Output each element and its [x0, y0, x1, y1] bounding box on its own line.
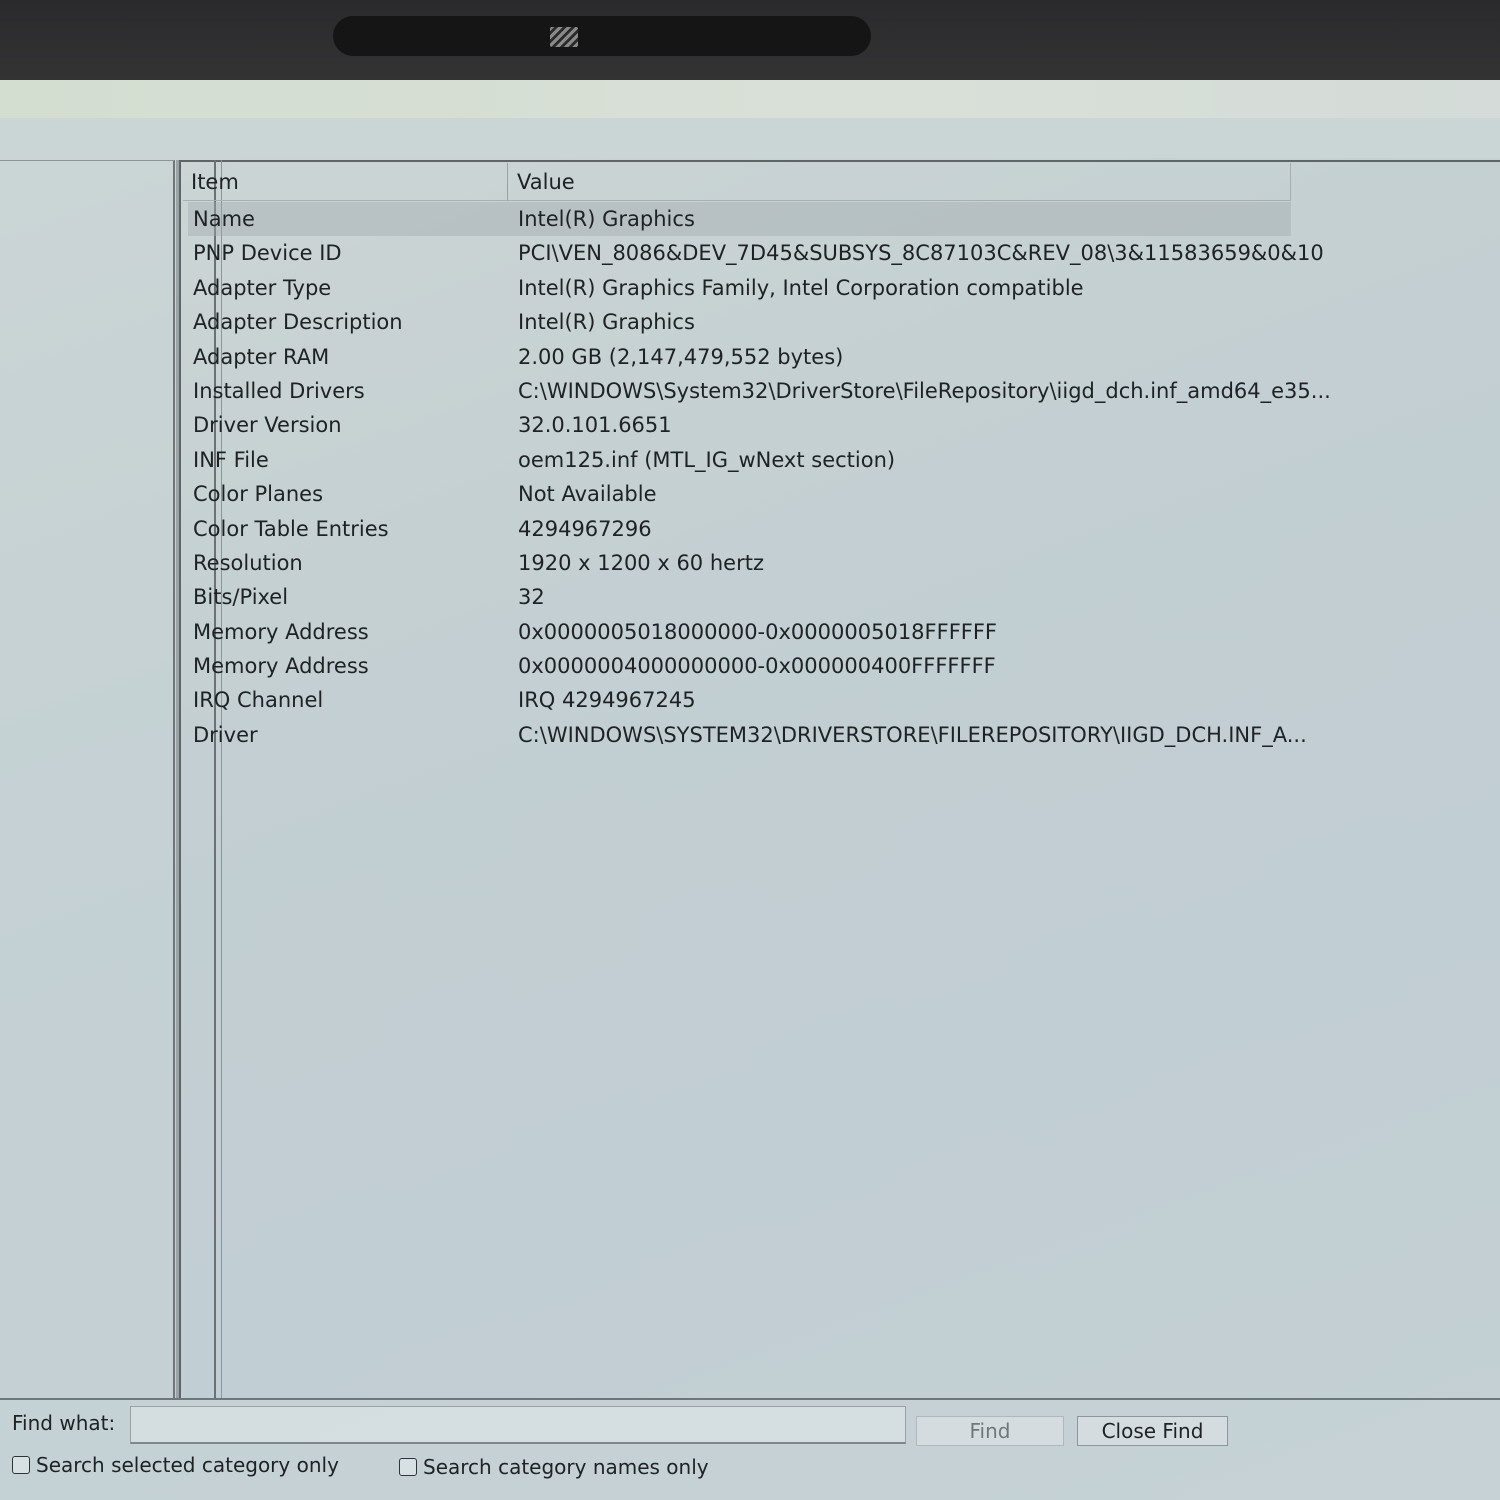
list-row[interactable]: Name Intel(R) Graphics	[188, 202, 1291, 237]
row-value: PCI\VEN_8086&DEV_7D45&SUBSYS_8C87103C&RE…	[518, 241, 1324, 266]
list-row[interactable]: Color Planes Not Available	[188, 477, 1291, 511]
row-value: IRQ 4294967245	[518, 688, 696, 713]
row-item: Driver	[193, 722, 258, 747]
row-value: 32.0.101.6651	[518, 413, 672, 438]
list-header: Item Value	[183, 163, 1291, 201]
row-item: Adapter Description	[193, 310, 403, 335]
find-bar: Find what: Find Close Find Search select…	[0, 1398, 1500, 1500]
list-row[interactable]: Adapter RAM 2.00 GB (2,147,479,552 bytes)	[188, 340, 1291, 374]
list-row[interactable]: Memory Address 0x0000005018000000-0x00000…	[188, 615, 1291, 649]
row-value: Not Available	[518, 482, 657, 507]
column-header-item[interactable]: Item	[183, 163, 508, 201]
row-item: Memory Address	[193, 654, 369, 679]
row-value: oem125.inf (MTL_IG_wNext section)	[518, 447, 896, 472]
row-item: INF File	[193, 447, 269, 472]
list-row[interactable]: Adapter Description Intel(R) Graphics	[188, 305, 1291, 339]
row-item: IRQ Channel	[193, 688, 324, 713]
column-header-value[interactable]: Value	[509, 163, 1289, 201]
list-row[interactable]: Resolution 1920 x 1200 x 60 hertz	[188, 546, 1291, 580]
row-item: Adapter Type	[193, 275, 332, 300]
list-row[interactable]: Color Table Entries 4294967296	[188, 512, 1291, 546]
list-row[interactable]: IRQ Channel IRQ 4294967245	[188, 683, 1291, 717]
row-item: Memory Address	[193, 619, 369, 644]
menu-bar	[0, 118, 1500, 158]
row-item: Color Table Entries	[193, 516, 389, 541]
list-row[interactable]: Installed Drivers C:\WINDOWS\System32\Dri…	[188, 374, 1331, 408]
row-item: Resolution	[193, 550, 303, 575]
list-row[interactable]: Memory Address 0x0000004000000000-0x00000…	[188, 649, 1291, 683]
row-value: 4294967296	[518, 516, 652, 541]
list-row[interactable]: Driver Version 32.0.101.6651	[188, 408, 1291, 442]
search-category-names-checkbox[interactable]: Search category names only	[399, 1452, 709, 1482]
camera-housing	[333, 16, 871, 56]
find-button[interactable]: Find	[916, 1416, 1064, 1446]
row-item: Adapter RAM	[193, 344, 330, 369]
find-what-input[interactable]	[130, 1406, 906, 1444]
checkbox-unchecked-icon[interactable]	[399, 1458, 417, 1476]
row-item: PNP Device ID	[193, 241, 342, 266]
find-what-label: Find what:	[12, 1411, 116, 1435]
row-value: 32	[518, 585, 545, 610]
close-find-button[interactable]: Close Find	[1077, 1416, 1228, 1446]
list-row[interactable]: Driver C:\WINDOWS\SYSTEM32\DRIVERSTORE\FI…	[188, 718, 1307, 752]
row-item: Bits/Pixel	[193, 585, 289, 610]
row-value: 2.00 GB (2,147,479,552 bytes)	[518, 344, 844, 369]
window-title-bar	[0, 80, 1500, 118]
row-item: Name	[193, 207, 255, 231]
row-value: 0x0000005018000000-0x0000005018FFFFFF	[518, 619, 998, 644]
search-selected-category-checkbox[interactable]: Search selected category only	[12, 1450, 339, 1480]
row-value: Intel(R) Graphics Family, Intel Corporat…	[518, 275, 1084, 300]
row-value: Intel(R) Graphics	[518, 310, 695, 335]
row-value: Intel(R) Graphics	[518, 207, 695, 231]
search-category-names-label: Search category names only	[423, 1455, 709, 1479]
row-value: 0x0000004000000000-0x000000400FFFFFFF	[518, 654, 996, 679]
search-selected-category-label: Search selected category only	[36, 1453, 339, 1477]
list-row[interactable]: INF File oem125.inf (MTL_IG_wNext section…	[188, 443, 1291, 477]
camera-shutter-icon	[550, 27, 578, 47]
row-item: Driver Version	[193, 413, 342, 438]
checkbox-unchecked-icon[interactable]	[12, 1456, 30, 1474]
list-row[interactable]: PNP Device ID PCI\VEN_8086&DEV_7D45&SUBSY…	[188, 236, 1324, 270]
row-value: C:\WINDOWS\System32\DriverStore\FileRepo…	[518, 378, 1331, 403]
list-row[interactable]: Adapter Type Intel(R) Graphics Family, In…	[188, 271, 1291, 305]
details-list: Name Intel(R) Graphics PNP Device ID PCI\V…	[188, 202, 1331, 762]
list-row[interactable]: Bits/Pixel 32	[188, 580, 1291, 614]
category-tree-pane[interactable]	[0, 160, 175, 1398]
row-value: 1920 x 1200 x 60 hertz	[518, 550, 764, 575]
row-item: Color Planes	[193, 482, 324, 507]
row-item: Installed Drivers	[193, 378, 365, 403]
row-value: C:\WINDOWS\SYSTEM32\DRIVERSTORE\FILEREPO…	[518, 722, 1307, 747]
